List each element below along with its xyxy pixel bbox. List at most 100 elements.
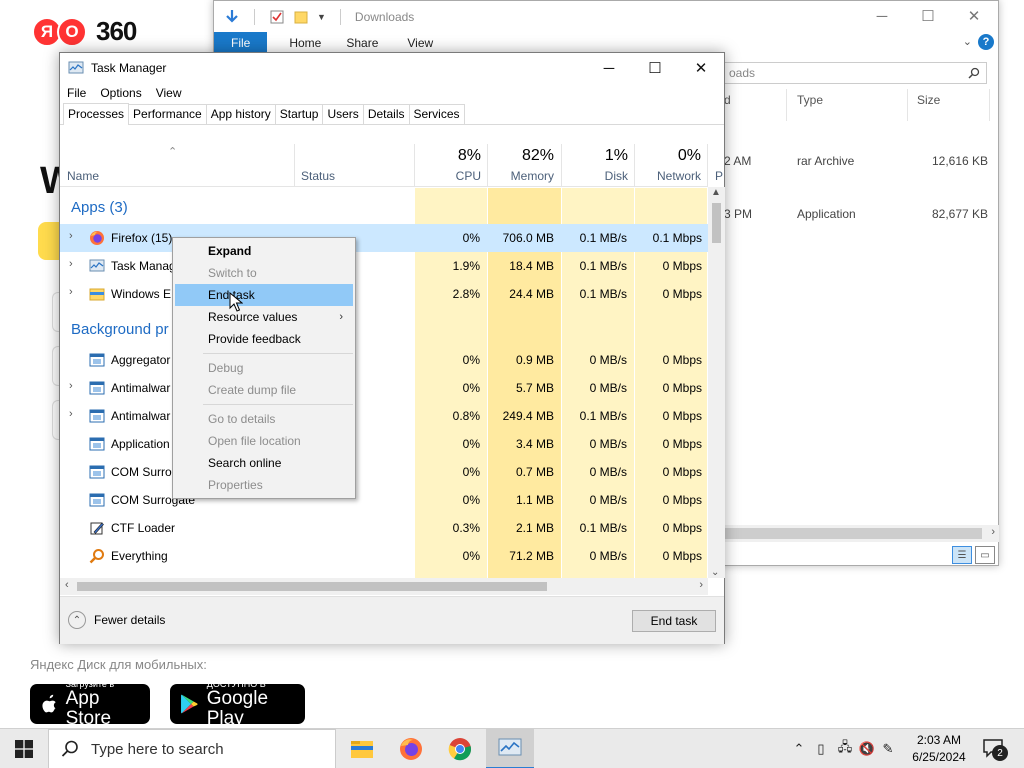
scroll-up-arrow-icon[interactable]: ▲	[711, 187, 721, 198]
tab-processes[interactable]: Processes	[63, 103, 130, 125]
process-row[interactable]: CTF Loader 0.3% 2.1 MB 0.1 MB/s 0 Mbps	[60, 514, 708, 542]
menu-item-properties[interactable]: Properties	[175, 474, 353, 496]
explorer-horizontal-scrollbar[interactable]: ›	[724, 525, 999, 542]
ribbon-tab-view[interactable]: View	[391, 32, 446, 54]
expand-ribbon-icon[interactable]: ⌄	[963, 35, 972, 48]
menu-item-debug[interactable]: Debug	[175, 357, 353, 379]
ribbon-tab-file[interactable]: File	[214, 32, 268, 54]
large-icons-view-icon[interactable]: ▭	[975, 546, 995, 564]
help-icon[interactable]: ?	[978, 34, 994, 50]
menu-item-create-dump-file[interactable]: Create dump file	[175, 379, 353, 401]
column-status[interactable]: Status	[295, 144, 414, 187]
column-disk[interactable]: 1% Disk	[562, 144, 634, 187]
column-network[interactable]: 0% Network	[635, 144, 707, 187]
process-list-horizontal-scrollbar[interactable]: ‹ ›	[60, 578, 708, 595]
minimize-button[interactable]: ─	[859, 1, 905, 31]
process-row[interactable]: COM Surrogate 0% 1.1 MB 0 MB/s 0 Mbps	[60, 486, 708, 514]
scroll-left-arrow-icon[interactable]: ‹	[65, 579, 69, 591]
column-size[interactable]: Size	[917, 93, 940, 107]
start-button[interactable]	[0, 729, 48, 768]
process-row[interactable]: › Antimalwar 0% 5.7 MB 0 MB/s 0 Mbps	[60, 374, 708, 402]
expand-chevron-icon[interactable]: ›	[69, 258, 73, 270]
volume-muted-icon[interactable]: 🔇	[857, 741, 877, 757]
expand-chevron-icon[interactable]: ›	[69, 230, 73, 242]
scroll-down-arrow-icon[interactable]: ⌄	[711, 567, 719, 578]
menu-file[interactable]: File	[67, 86, 86, 100]
menu-item-end-task[interactable]: End task	[175, 284, 353, 306]
close-button[interactable]: ✕	[678, 53, 724, 83]
ribbon-tab-share[interactable]: Share	[334, 32, 391, 54]
tab-performance[interactable]: Performance	[128, 104, 207, 124]
yandex-360-logo[interactable]: Я O 360	[32, 16, 137, 47]
ribbon-tab-home[interactable]: Home	[267, 32, 334, 54]
properties-icon[interactable]	[269, 9, 285, 25]
cpu-total: 8%	[457, 147, 481, 164]
menu-item-open-file-location[interactable]: Open file location	[175, 430, 353, 452]
column-memory[interactable]: 82% Memory	[488, 144, 561, 187]
fewer-details-toggle[interactable]: ⌃ Fewer details	[68, 611, 165, 629]
details-view-icon[interactable]: ☰	[952, 546, 972, 564]
taskbar-search-box[interactable]: Type here to search	[48, 729, 336, 768]
expand-chevron-icon[interactable]: ›	[69, 380, 73, 392]
end-task-button[interactable]: End task	[632, 610, 716, 632]
tab-details[interactable]: Details	[362, 104, 410, 124]
taskbar-file-explorer[interactable]	[338, 729, 386, 768]
process-row-windows-explorer[interactable]: › Windows E 2.8% 24.4 MB 0.1 MB/s 0 Mbps	[60, 280, 708, 308]
taskbar-firefox[interactable]	[387, 729, 435, 768]
scroll-right-arrow-icon[interactable]: ›	[991, 526, 995, 538]
column-name[interactable]: Name	[60, 144, 294, 187]
scroll-thumb[interactable]	[712, 203, 721, 243]
menu-item-provide-feedback[interactable]: Provide feedback	[175, 328, 353, 350]
scroll-thumb[interactable]	[724, 528, 982, 539]
group-heading-background[interactable]: Background pr	[71, 321, 169, 338]
column-date[interactable]: d	[724, 93, 731, 107]
maximize-button[interactable]: ☐	[905, 1, 951, 31]
new-folder-icon[interactable]	[293, 9, 309, 25]
language-icon[interactable]: ✎	[877, 741, 899, 757]
tab-users[interactable]: Users	[322, 104, 364, 124]
scroll-thumb[interactable]	[77, 582, 547, 591]
customize-toolbar-icon[interactable]: ▼	[317, 12, 326, 22]
process-list-vertical-scrollbar[interactable]: ▲ ⌄	[708, 187, 725, 578]
google-play-button[interactable]: ДОСТУПНО В Google Play	[170, 679, 305, 729]
expand-chevron-icon[interactable]: ›	[69, 408, 73, 420]
close-button[interactable]: ✕	[951, 1, 997, 31]
taskbar-task-manager[interactable]	[486, 729, 534, 768]
minimize-button[interactable]: ─	[586, 53, 632, 83]
menu-options[interactable]: Options	[100, 86, 141, 100]
taskbar-clock[interactable]: 2:03 AM 6/25/2024	[910, 732, 968, 766]
menu-item-resource-values[interactable]: Resource values ›	[175, 306, 353, 328]
process-row-firefox[interactable]: › Firefox (15) 0% 706.0 MB 0.1 MB/s 0.1 …	[60, 224, 708, 252]
explorer-search-input[interactable]: oads	[724, 62, 987, 84]
tab-app-history[interactable]: App history	[205, 104, 276, 124]
scroll-right-arrow-icon[interactable]: ›	[699, 579, 703, 591]
taskbar-chrome[interactable]	[436, 729, 484, 768]
tab-services[interactable]: Services	[408, 104, 465, 124]
tablet-icon[interactable]: ▯	[809, 741, 833, 757]
process-row[interactable]: Aggregator 0% 0.9 MB 0 MB/s 0 Mbps	[60, 346, 708, 374]
menu-item-expand[interactable]: Expand	[175, 240, 353, 262]
network-icon[interactable]: 🖧	[833, 738, 857, 760]
process-row[interactable]: COM Surro 0% 0.7 MB 0 MB/s 0 Mbps	[60, 458, 708, 486]
menu-item-go-to-details[interactable]: Go to details	[175, 408, 353, 430]
group-heading-apps[interactable]: Apps (3)	[71, 199, 128, 216]
menu-item-switch-to[interactable]: Switch to	[175, 262, 353, 284]
notification-center-button[interactable]: 2	[982, 737, 1008, 762]
process-row-task-manager[interactable]: › Task Manag 1.9% 18.4 MB 0.1 MB/s 0 Mbp…	[60, 252, 708, 280]
column-type[interactable]: Type	[797, 93, 823, 107]
process-row[interactable]: › Antimalwar 0.8% 249.4 MB 0.1 MB/s 0 Mb…	[60, 402, 708, 430]
download-arrow-icon[interactable]	[224, 9, 240, 25]
maximize-button[interactable]: ☐	[632, 53, 678, 83]
process-row[interactable]: Application 0% 3.4 MB 0 MB/s 0 Mbps	[60, 430, 708, 458]
app-store-button[interactable]: Загрузите в App Store	[30, 679, 150, 729]
process-row[interactable]: Everything 0% 71.2 MB 0 MB/s 0 Mbps	[60, 542, 708, 570]
column-power-label[interactable]: P	[715, 169, 723, 183]
task-manager-window[interactable]: Task Manager ─ ☐ ✕ File Options View Pro…	[59, 52, 725, 644]
column-cpu[interactable]: 8% CPU	[415, 144, 487, 187]
expand-chevron-icon[interactable]: ›	[69, 286, 73, 298]
task-manager-titlebar[interactable]: Task Manager ─ ☐ ✕	[60, 53, 724, 83]
menu-view[interactable]: View	[156, 86, 182, 100]
menu-item-search-online[interactable]: Search online	[175, 452, 353, 474]
tab-startup[interactable]: Startup	[274, 104, 324, 124]
show-hidden-icons-chevron-icon[interactable]: ⌃	[791, 741, 807, 757]
